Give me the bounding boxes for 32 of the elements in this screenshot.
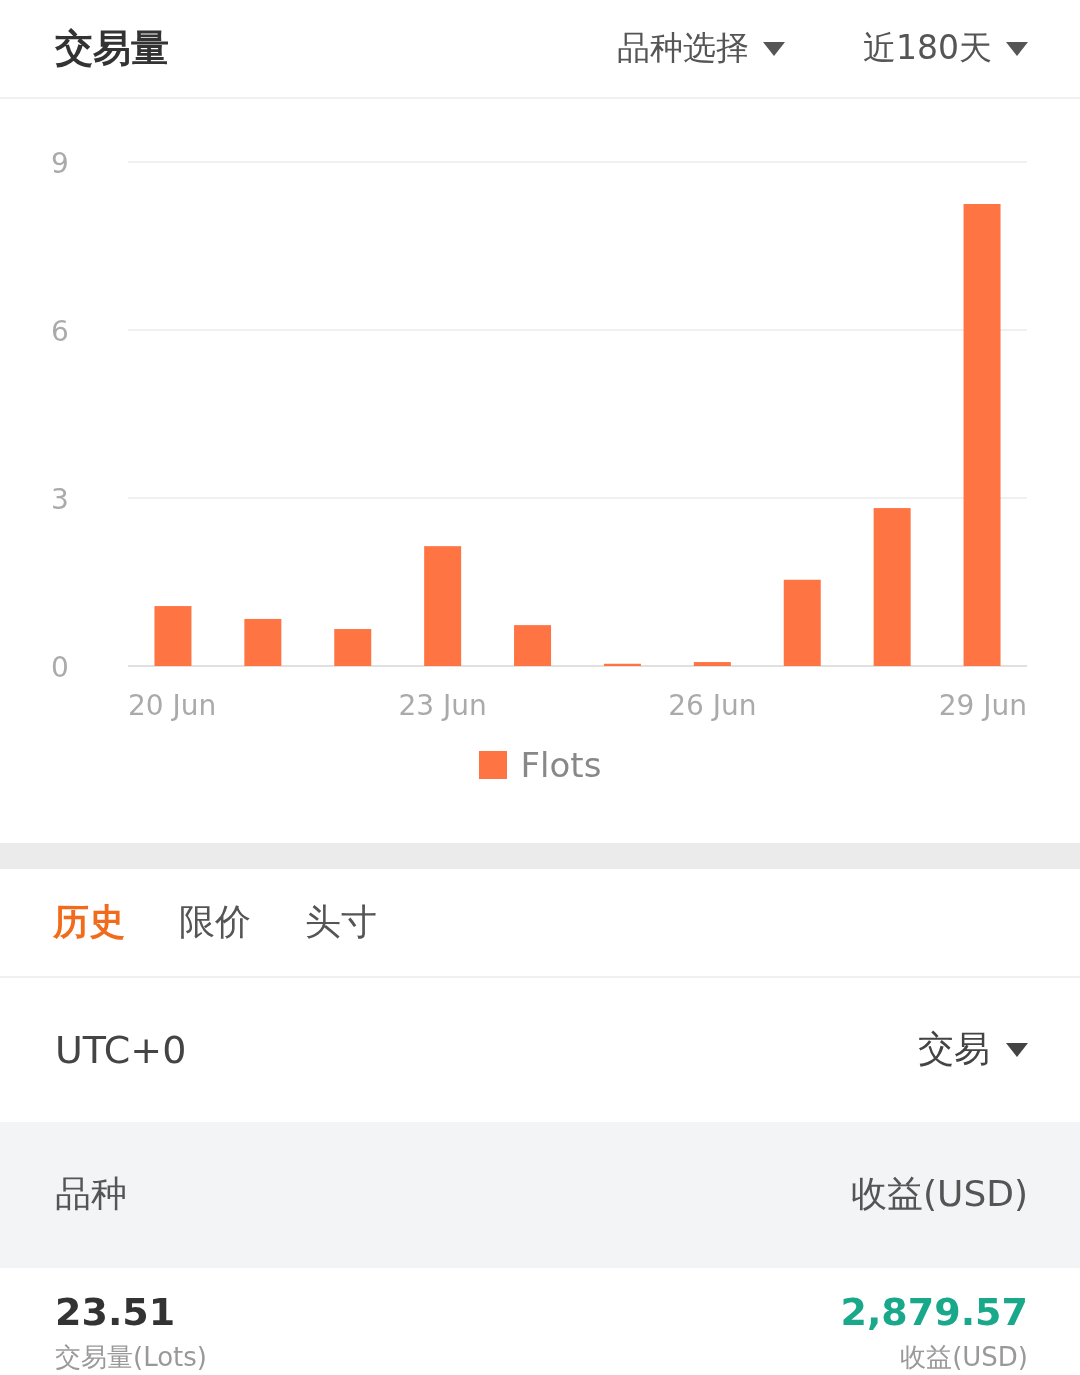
caret-icon	[763, 41, 785, 56]
x-axis-label: 26 Jun	[668, 689, 757, 723]
tab[interactable]: 头寸	[305, 897, 377, 947]
legend-label: Flots	[520, 745, 602, 786]
column-header: 品种	[55, 1172, 127, 1217]
volume-bar	[693, 662, 731, 667]
tab[interactable]: 限价	[179, 897, 251, 947]
volume-bar	[514, 625, 552, 667]
caret-icon	[1006, 41, 1028, 56]
volume-value: 23.51	[55, 1290, 176, 1335]
type-dropdown[interactable]: 交易	[918, 1025, 1028, 1075]
profit-label: 收益(USD)	[900, 1341, 1028, 1375]
y-axis-label: 3	[51, 483, 69, 517]
volume-bar	[244, 619, 282, 667]
volume-bar	[334, 629, 372, 667]
timezone-label: UTC+0	[55, 1027, 187, 1072]
profit-value: 2,879.57	[840, 1290, 1028, 1335]
volume-bar	[154, 606, 192, 667]
page-title: 交易量	[55, 25, 170, 73]
y-axis-label: 6	[51, 315, 69, 349]
filter-dropdown[interactable]: 品种选择	[617, 26, 785, 72]
y-axis-label: 9	[51, 147, 69, 181]
x-axis-label: 20 Jun	[128, 689, 217, 723]
volume-label: 交易量(Lots)	[55, 1341, 207, 1375]
legend-swatch	[478, 751, 507, 780]
x-axis-label: 23 Jun	[398, 689, 487, 723]
volume-bar	[603, 664, 641, 667]
x-axis-label: 29 Jun	[938, 689, 1027, 723]
y-axis-label: 0	[51, 651, 69, 685]
caret-icon	[1006, 1042, 1028, 1057]
filter-dropdown[interactable]: 近180天	[863, 26, 1028, 72]
column-header: 收益(USD)	[851, 1172, 1028, 1217]
